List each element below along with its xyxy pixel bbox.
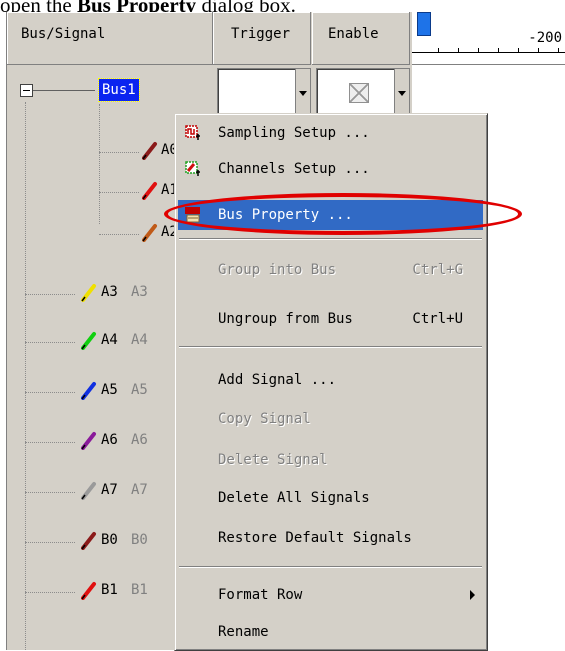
signal-alias: A5 [131,382,148,398]
channels-setup-icon [185,161,200,176]
time-cursor-marker[interactable] [417,12,431,36]
enable-dropdown-arrow-icon[interactable] [394,69,409,119]
context-menu: Sampling Setup ... Channels Setup ... Bu… [174,113,488,651]
probe-icon [142,180,157,200]
signal-alias: B1 [131,582,148,598]
column-header-bus-signal[interactable]: Bus/Signal [7,12,213,65]
time-ruler: -200 [412,12,565,65]
probe-icon [142,140,157,160]
probe-icon [81,480,96,500]
signal-name[interactable]: B1 [101,582,118,598]
menu-item-rename[interactable]: Rename [178,617,483,647]
bus-property-icon [185,207,200,223]
signal-alias: B0 [131,532,148,548]
time-ruler-label: -200 [528,30,562,46]
signal-alias: A4 [131,332,148,348]
probe-icon [81,580,96,600]
menu-item-add-signal[interactable]: Add Signal ... [178,365,483,395]
signal-name[interactable]: A4 [101,332,118,348]
signal-alias: A3 [131,284,148,300]
menu-item-restore-default-signals[interactable]: Restore Default Signals [178,523,483,553]
menu-item-bus-property[interactable]: Bus Property ... [178,200,483,230]
enable-checkbox[interactable] [349,83,369,103]
probe-icon [81,530,96,550]
signal-name[interactable]: A3 [101,284,118,300]
probe-icon [81,330,96,350]
signal-name[interactable]: A5 [101,382,118,398]
menu-item-channels-setup[interactable]: Channels Setup ... [178,154,483,184]
probe-icon [81,430,96,450]
menu-item-delete-signal[interactable]: Delete Signal [178,445,483,475]
signal-name[interactable]: A7 [101,482,118,498]
sampling-setup-icon [185,125,200,140]
signal-name[interactable]: B0 [101,532,118,548]
menu-item-sampling-setup[interactable]: Sampling Setup ... [178,118,483,148]
tree-bus-item[interactable]: Bus1 [98,78,140,102]
menu-item-group-into-bus[interactable]: Group into Bus Ctrl+G [178,255,483,285]
signal-alias: A7 [131,482,148,498]
probe-icon [81,282,96,302]
probe-icon [81,380,96,400]
signal-alias: A6 [131,432,148,448]
collapse-icon[interactable] [20,84,33,97]
menu-item-delete-all-signals[interactable]: Delete All Signals [178,483,483,513]
menu-item-copy-signal[interactable]: Copy Signal [178,404,483,434]
submenu-arrow-icon [470,590,475,600]
menu-item-ungroup-from-bus[interactable]: Ungroup from Bus Ctrl+U [178,304,483,334]
signal-name[interactable]: A6 [101,432,118,448]
column-header-trigger[interactable]: Trigger [213,12,311,65]
menu-item-format-row[interactable]: Format Row [178,580,483,610]
trigger-dropdown-arrow-icon[interactable] [295,69,310,119]
column-header-enable[interactable]: Enable [312,12,410,65]
probe-icon [142,222,157,242]
